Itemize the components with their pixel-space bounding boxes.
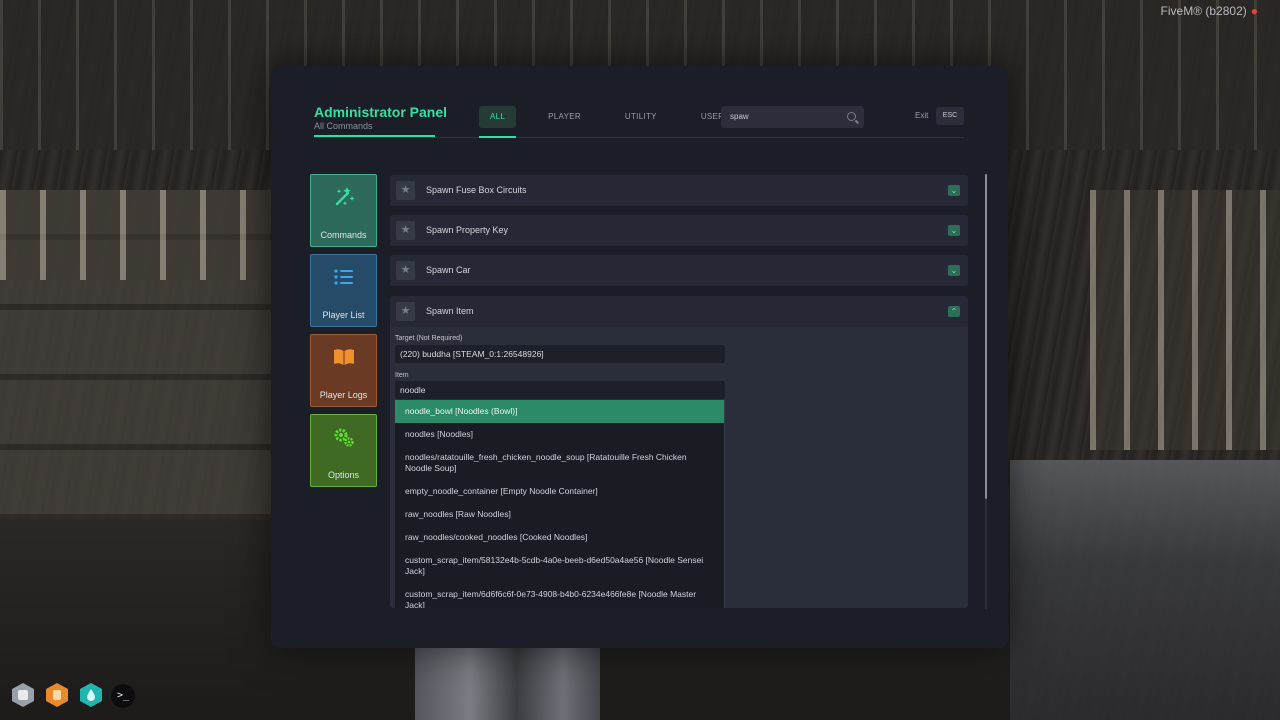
console-icon[interactable]: >_ — [111, 684, 135, 708]
thirst-icon — [78, 682, 104, 708]
command-label: Spawn Property Key — [426, 225, 509, 235]
suggestion-item[interactable]: empty_noodle_container [Empty Noodle Con… — [395, 480, 724, 503]
search-icon — [847, 112, 856, 121]
panel-title: Administrator Panel — [314, 104, 448, 120]
target-field-label: Target (Not Required) — [395, 335, 463, 342]
esc-button[interactable]: ESC — [936, 107, 964, 125]
command-label: Spawn Car — [426, 265, 471, 275]
sidebar-item-player-list[interactable]: Player List — [310, 254, 377, 327]
command-row-spawn-car[interactable]: ★ Spawn Car ⌄ — [390, 255, 968, 286]
panel-title-block: Administrator Panel All Commands — [314, 104, 448, 131]
fivem-logo-icon: ● — [1250, 4, 1258, 18]
player-character — [415, 648, 600, 720]
suggestion-item[interactable]: raw_noodles [Raw Noodles] — [395, 503, 724, 526]
commands-scrollbar-track[interactable] — [985, 499, 987, 609]
hunger-icon — [44, 682, 70, 708]
command-search-input[interactable]: spaw — [721, 106, 864, 128]
wand-sparkles-icon — [335, 187, 354, 206]
sidebar-item-player-logs[interactable]: Player Logs — [310, 334, 377, 407]
tab-all[interactable]: ALL — [479, 106, 517, 138]
list-icon — [333, 269, 353, 285]
armor-icon — [10, 682, 36, 708]
sidebar-item-label: Commands — [320, 230, 367, 240]
book-icon — [333, 349, 354, 365]
sidebar-item-options[interactable]: Options — [310, 414, 377, 487]
exit-label: Exit — [915, 111, 929, 120]
chevron-down-icon[interactable]: ⌄ — [948, 185, 960, 196]
command-label: Spawn Item — [426, 306, 474, 316]
suggestion-item[interactable]: custom_scrap_item/6d6f6c6f-0e73-4908-b4b… — [395, 583, 724, 608]
background-window-right — [1090, 190, 1280, 450]
fivem-version-text: FiveM® (b2802) — [1160, 4, 1247, 18]
tab-player[interactable]: PLAYER — [536, 106, 593, 128]
sidebar-item-label: Options — [327, 470, 360, 480]
admin-panel: Administrator Panel All Commands ALL PLA… — [271, 66, 1008, 648]
suggestion-item[interactable]: custom_scrap_item/58132e4b-5cdb-4a0e-bee… — [395, 549, 724, 583]
commands-scrollbar-thumb[interactable] — [985, 174, 987, 499]
favorite-star-icon[interactable]: ★ — [396, 181, 415, 200]
favorite-star-icon[interactable]: ★ — [396, 221, 415, 240]
sidebar-item-label: Player Logs — [319, 390, 368, 400]
chevron-down-icon[interactable]: ⌄ — [948, 225, 960, 236]
panel-subtitle: All Commands — [314, 121, 373, 131]
favorite-star-icon[interactable]: ★ — [396, 302, 415, 321]
suggestion-item[interactable]: noodle_bowl [Noodles (Bowl)] — [395, 400, 724, 423]
chevron-up-icon[interactable]: ⌃ — [948, 306, 960, 317]
background-window-left — [0, 190, 270, 280]
command-row-spawn-fuse-box-circuits[interactable]: ★ Spawn Fuse Box Circuits ⌄ — [390, 175, 968, 206]
fivem-version-tag: FiveM® (b2802) ● — [1161, 4, 1258, 18]
item-input[interactable]: noodle — [395, 381, 725, 399]
chevron-down-icon[interactable]: ⌄ — [948, 265, 960, 276]
sidebar-item-commands[interactable]: Commands — [310, 174, 377, 247]
suggestion-item[interactable]: noodles [Noodles] — [395, 423, 724, 446]
command-row-spawn-property-key[interactable]: ★ Spawn Property Key ⌄ — [390, 215, 968, 246]
suggestion-item[interactable]: noodles/ratatouille_fresh_chicken_noodle… — [395, 446, 724, 480]
search-input-value: spaw — [730, 112, 749, 121]
suggestion-item[interactable]: raw_noodles/cooked_noodles [Cooked Noodl… — [395, 526, 724, 549]
command-row-spawn-item[interactable]: ★ Spawn Item ⌃ — [390, 296, 968, 327]
background-counter — [1010, 460, 1280, 720]
target-input[interactable]: (220) buddha [STEAM_0:1:26548926] — [395, 345, 725, 363]
sidebar-item-label: Player List — [322, 310, 365, 320]
favorite-star-icon[interactable]: ★ — [396, 261, 415, 280]
tab-utility[interactable]: UTILITY — [613, 106, 669, 128]
gears-icon — [334, 428, 354, 447]
item-suggestions-dropdown: noodle_bowl [Noodles (Bowl)] noodles [No… — [395, 400, 725, 608]
item-field-label: Item — [395, 372, 409, 379]
category-tabs: ALL PLAYER UTILITY USER — [479, 106, 756, 138]
header-divider — [314, 137, 964, 138]
command-label: Spawn Fuse Box Circuits — [426, 185, 527, 195]
